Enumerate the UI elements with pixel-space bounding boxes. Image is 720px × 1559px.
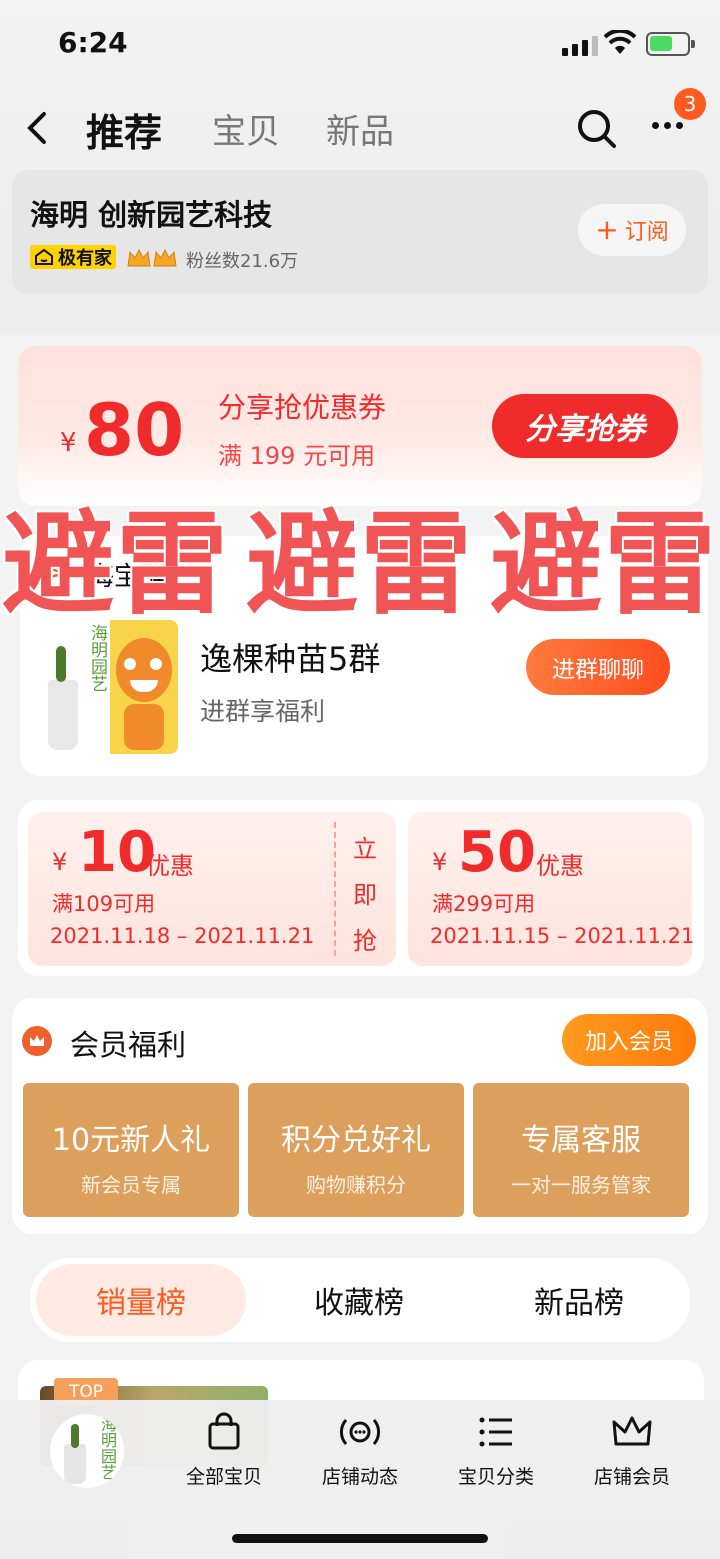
coupon-amount: 10 xyxy=(78,820,156,885)
crown-icon xyxy=(612,1416,652,1446)
nav-label: 全部宝贝 xyxy=(185,1466,262,1488)
coupon-currency: ¥ xyxy=(432,848,448,876)
list-icon xyxy=(479,1417,512,1447)
wifi-icon xyxy=(604,30,636,54)
coupon-amount: 80 xyxy=(84,388,185,472)
benefit-title: 10元新人礼 xyxy=(51,1123,211,1158)
grab-char: 抢 xyxy=(353,927,377,955)
benefit-sub: 一对一服务管家 xyxy=(511,1173,651,1197)
subscribe-button[interactable]: + 订阅 xyxy=(578,204,686,256)
watermark-text: 避雷 xyxy=(2,500,230,630)
fans-count: 粉丝数21.6万 xyxy=(186,251,299,272)
tab-new-rank[interactable]: 新品榜 xyxy=(474,1264,684,1336)
join-member-button[interactable]: 加入会员 xyxy=(562,1014,696,1066)
notification-badge: 3 xyxy=(674,88,706,120)
benefit-sub: 购物赚积分 xyxy=(306,1173,406,1197)
grab-char: 立 xyxy=(353,835,377,863)
bag-icon xyxy=(208,1412,240,1450)
group-desc: 进群享福利 xyxy=(200,697,326,726)
shop-name: 海明 创新园艺科技 xyxy=(30,198,273,232)
home-icon xyxy=(35,248,53,265)
nav-label: 店铺动态 xyxy=(321,1466,398,1488)
benefit-sub: 新会员专属 xyxy=(81,1173,181,1197)
watermark: 避雷 避雷 避雷 xyxy=(0,474,720,636)
nav-shop-member[interactable]: 店铺会员 xyxy=(572,1412,692,1489)
coupon-currency: ¥ xyxy=(52,848,68,876)
home-indicator xyxy=(232,1534,488,1543)
avatar-logo-text: 海明园艺 xyxy=(98,1416,117,1480)
join-group-button[interactable]: 进群聊聊 xyxy=(526,639,670,695)
battery-icon xyxy=(646,32,695,56)
coupon-currency: ¥ xyxy=(60,428,77,458)
more-icon[interactable] xyxy=(652,122,683,129)
group-name: 逸棵种苗5群 xyxy=(200,640,381,678)
coupon-divider xyxy=(334,822,336,956)
coupon-title: 分享抢优惠券 xyxy=(218,391,387,424)
coupon-amount: 50 xyxy=(458,820,536,885)
coupon-dates: 2021.11.15 – 2021.11.21 xyxy=(430,924,695,948)
tab-products[interactable]: 宝贝 xyxy=(212,104,280,153)
watermark-text: 避雷 xyxy=(490,500,718,630)
tab-favorite-rank[interactable]: 收藏榜 xyxy=(254,1264,464,1336)
nav-label: 店铺会员 xyxy=(593,1466,670,1488)
benefit-points[interactable]: 积分兑好礼 购物赚积分 xyxy=(248,1083,464,1217)
coupon-dates: 2021.11.18 – 2021.11.21 xyxy=(50,924,315,948)
status-time: 6:24 xyxy=(58,26,128,59)
grab-now-button[interactable]: 立 即 抢 xyxy=(352,826,378,964)
tab-sales-rank[interactable]: 销量榜 xyxy=(36,1264,246,1336)
grab-char: 即 xyxy=(353,881,377,909)
nav-label: 宝贝分类 xyxy=(457,1466,534,1488)
benefit-title: 专属客服 xyxy=(521,1123,641,1158)
shop-tag-label: 极有家 xyxy=(58,248,112,269)
tab-new[interactable]: 新品 xyxy=(326,104,394,153)
nav-shop-feed[interactable]: 店铺动态 xyxy=(300,1412,420,1489)
crown-rating-icon xyxy=(127,248,177,267)
coupon-condition: 满 199 元可用 xyxy=(218,442,376,470)
member-title: 会员福利 xyxy=(70,1028,187,1062)
coupon-unit: 优惠 xyxy=(536,852,584,880)
benefit-title: 积分兑好礼 xyxy=(281,1123,431,1158)
coupon-condition: 满109可用 xyxy=(52,892,156,916)
crown-icon xyxy=(22,1026,52,1056)
shop-tag: 极有家 xyxy=(30,245,116,269)
coupon-unit: 优惠 xyxy=(146,852,194,880)
search-icon[interactable] xyxy=(576,108,618,150)
shop-avatar[interactable]: 海明园艺 xyxy=(50,1414,124,1488)
benefit-new-gift[interactable]: 10元新人礼 新会员专属 xyxy=(23,1083,239,1217)
watermark-text: 避雷 xyxy=(246,500,474,630)
share-coupon-button[interactable]: 分享抢券 xyxy=(492,394,678,458)
group-logo: 海明园艺 xyxy=(42,620,178,754)
signal-icon xyxy=(562,36,598,56)
benefit-service[interactable]: 专属客服 一对一服务管家 xyxy=(473,1083,689,1217)
back-arrow-icon[interactable] xyxy=(24,110,52,146)
tab-recommend[interactable]: 推荐 xyxy=(86,102,162,157)
nav-categories[interactable]: 宝贝分类 xyxy=(436,1412,556,1489)
broadcast-icon xyxy=(339,1419,381,1445)
subscribe-label: 订阅 xyxy=(624,220,669,245)
coupon-condition: 满299可用 xyxy=(432,892,536,916)
nav-all-products[interactable]: 全部宝贝 xyxy=(164,1412,284,1489)
mascot-image xyxy=(110,620,178,754)
plus-icon: + xyxy=(595,213,619,246)
